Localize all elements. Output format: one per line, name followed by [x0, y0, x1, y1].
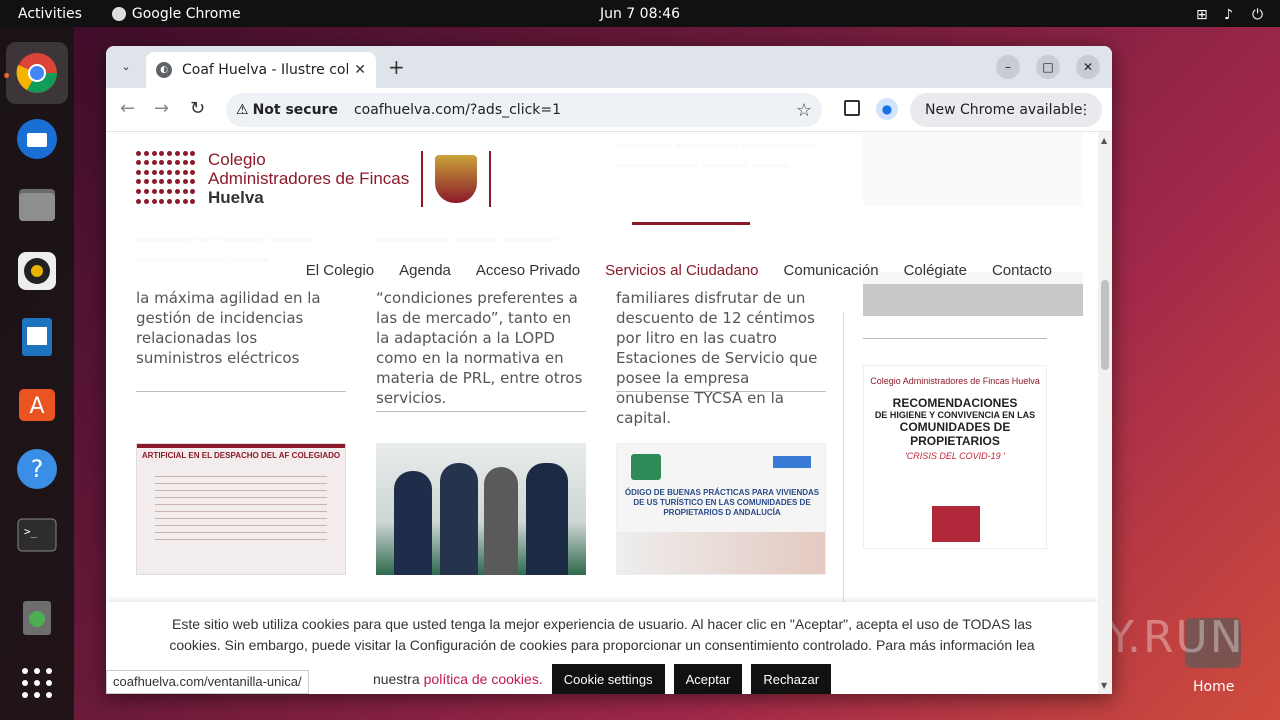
article-2-excerpt: “condiciones preferentes a las de mercad…	[376, 289, 583, 407]
back-arrow-icon[interactable]: ←	[120, 98, 135, 119]
article-2-thumbnail[interactable]	[376, 443, 586, 575]
home-label[interactable]: Home	[1193, 679, 1234, 695]
tab-close-icon[interactable]: ✕	[354, 62, 366, 78]
help-dock-icon[interactable]: ?	[13, 445, 61, 493]
article-1-divider	[136, 391, 346, 392]
files-dock-icon[interactable]	[13, 181, 61, 229]
article-3-excerpt: familiares disfrutar de un descuento de …	[616, 289, 818, 427]
url-text[interactable]: coafhuelva.com/?ads_click=1	[354, 102, 561, 118]
menu-colegiate[interactable]: Colégiate	[904, 262, 967, 279]
main-menu: El Colegio Agenda Acceso Privado Servici…	[306, 262, 1052, 279]
security-label[interactable]: Not secure	[253, 102, 338, 118]
cookie-reject-button[interactable]: Rechazar	[751, 664, 832, 694]
volume-icon: ♪	[1224, 6, 1233, 23]
close-window-button[interactable]: ✕	[1076, 55, 1100, 79]
menu-comunicacion[interactable]: Comunicación	[784, 262, 879, 279]
dock: A ? >_	[0, 27, 74, 720]
menu-acceso-privado[interactable]: Acceso Privado	[476, 262, 580, 279]
covid-card-line3: COMUNIDADES DE PROPIETARIOS	[899, 420, 1011, 448]
thumb-3-title: ÓDIGO DE BUENAS PRÁCTICAS PARA VIVIENDAS…	[624, 488, 820, 517]
menu-servicios-ciudadano[interactable]: Servicios al Ciudadano	[605, 262, 758, 279]
writer-dock-icon[interactable]	[13, 313, 61, 361]
site-logo[interactable]: Colegio Administradores de Fincas Huelva	[136, 150, 492, 207]
cookie-settings-button[interactable]: Cookie settings	[551, 664, 665, 694]
thunderbird-dock-icon[interactable]	[13, 115, 61, 163]
warning-icon[interactable]: ⚠	[236, 102, 249, 118]
covid-card-line1: RECOMENDACIONES	[892, 396, 1018, 410]
terminal-dock-icon[interactable]: >_	[13, 511, 61, 559]
cookie-text-1: Este sitio web utiliza cookies para que …	[171, 616, 1032, 632]
cookie-policy-link[interactable]: política de cookies.	[424, 669, 543, 690]
tab-search-button[interactable]: ⌄	[114, 54, 138, 78]
minimize-button[interactable]: –	[996, 55, 1020, 79]
tab-title: Coaf Huelva - Ilustre cole	[182, 62, 349, 78]
menu-agenda[interactable]: Agenda	[399, 262, 451, 279]
covid-card-header: Colegio Administradores de Fincas Huelva	[870, 376, 1040, 386]
menu-el-colegio[interactable]: El Colegio	[306, 262, 374, 279]
app-center-dock-icon[interactable]: A	[13, 379, 61, 427]
scroll-up-icon[interactable]: ▲	[1101, 136, 1107, 145]
app-menu[interactable]: Google Chrome	[111, 5, 241, 22]
address-bar[interactable]: ⚠ Not secure coafhuelva.com/?ads_click=1…	[226, 93, 822, 127]
cookie-text-2: cookies. Sin embargo, puede visitar la C…	[169, 637, 1035, 653]
browser-toolbar: ← → ↻ ⚠ Not secure coafhuelva.com/?ads_c…	[106, 88, 1112, 132]
page-scrollbar[interactable]: ▲ ▼	[1098, 132, 1112, 694]
thumb-1-title: ARTIFICIAL EN EL DESPACHO DEL AF COLEGIA…	[141, 451, 341, 460]
trash-dock-icon[interactable]	[13, 593, 61, 641]
cookie-text-3: nuestra	[372, 671, 420, 687]
maximize-button[interactable]: □	[1036, 55, 1060, 79]
chrome-small-icon	[111, 6, 126, 21]
covid-recommendations-card[interactable]: Colegio Administradores de Fincas Huelva…	[863, 365, 1047, 549]
bookmark-star-icon[interactable]: ☆	[796, 100, 812, 121]
article-3-divider	[616, 391, 826, 392]
rhythmbox-dock-icon[interactable]	[13, 247, 61, 295]
cookie-accept-button[interactable]: Aceptar	[673, 664, 743, 694]
logo-line2: Administradores de Fincas	[208, 169, 410, 188]
covid-card-line2: DE HIGIENE Y CONVIVENCIA EN LAS	[874, 410, 1036, 420]
power-icon: ⏻	[1252, 6, 1264, 23]
network-icon: ⊞	[1196, 6, 1208, 23]
chrome-dock-icon[interactable]	[6, 42, 68, 104]
activities-button[interactable]: Activities	[18, 6, 82, 22]
crest-icon	[421, 150, 492, 207]
article-1-excerpt: la máxima agilidad en la gestión de inci…	[136, 289, 321, 367]
update-label: New Chrome available	[925, 102, 1083, 118]
new-tab-button[interactable]: +	[388, 55, 405, 79]
menu-dots-icon[interactable]: ⋮	[1078, 102, 1092, 118]
article-1-thumbnail[interactable]: ARTIFICIAL EN EL DESPACHO DEL AF COLEGIA…	[136, 443, 346, 575]
side-panel-icon[interactable]	[844, 100, 860, 116]
globe-icon: ◐	[156, 62, 172, 78]
article-2-divider	[376, 411, 586, 412]
logo-line3: Huelva	[208, 188, 264, 207]
article-3-thumbnail[interactable]: ÓDIGO DE BUENAS PRÁCTICAS PARA VIVIENDAS…	[616, 443, 826, 575]
sidebar-divider	[863, 338, 1047, 339]
app-name: Google Chrome	[131, 5, 241, 22]
tab-coaf[interactable]: ◐ Coaf Huelva - Ilustre cole ✕	[146, 52, 376, 88]
forward-arrow-icon[interactable]: →	[154, 98, 169, 119]
show-apps-icon[interactable]	[13, 659, 61, 707]
update-chrome-button[interactable]: New Chrome available ⋮	[910, 93, 1102, 127]
active-menu-indicator	[632, 222, 750, 225]
chrome-window: ⌄ ◐ Coaf Huelva - Ilustre cole ✕ + – □ ✕…	[106, 46, 1112, 694]
logo-line1: Colegio	[208, 150, 266, 169]
scrollbar-thumb[interactable]	[1101, 280, 1109, 370]
page-viewport: ━━━━━━ ━━ ━━━━━ ━━━━━ ━━━━━━━━━━ ━━━━ ━━…	[106, 132, 1098, 694]
covid-card-line4: 'CRISIS DEL COVID-19 '	[905, 451, 1005, 461]
svg-text:>_: >_	[24, 525, 38, 538]
column-divider	[843, 312, 844, 602]
top-bar: Activities Google Chrome Jun 7 08:46 ⊞ ♪…	[0, 0, 1280, 27]
system-tray[interactable]: ⊞ ♪ ⏻	[1196, 6, 1266, 23]
status-bar: coafhuelva.com/ventanilla-unica/	[106, 670, 309, 694]
clock[interactable]: Jun 7 08:46	[600, 6, 680, 22]
menu-contacto[interactable]: Contacto	[992, 262, 1052, 279]
scroll-down-icon[interactable]: ▼	[1101, 681, 1107, 690]
profile-avatar-icon[interactable]: ●	[876, 98, 898, 120]
svg-text:A: A	[29, 394, 44, 419]
logo-dots-icon	[136, 150, 196, 207]
tab-strip: ⌄ ◐ Coaf Huelva - Ilustre cole ✕ + – □ ✕	[106, 46, 1112, 88]
reload-icon[interactable]: ↻	[190, 98, 205, 119]
svg-text:?: ?	[31, 455, 44, 483]
building-icon	[932, 506, 980, 542]
